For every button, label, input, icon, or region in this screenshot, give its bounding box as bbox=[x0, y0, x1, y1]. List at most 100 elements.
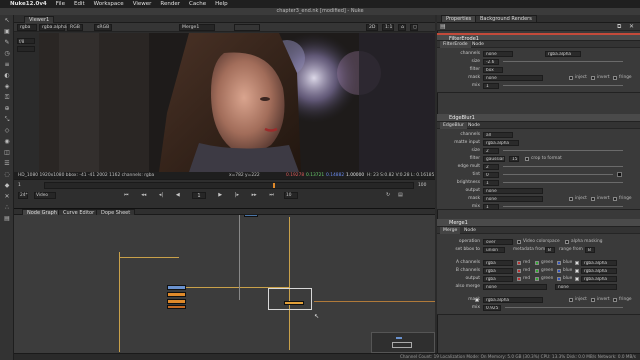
colorspace-dropdown[interactable]: RGB bbox=[67, 24, 83, 31]
menu-help[interactable]: Help bbox=[215, 1, 228, 7]
crop-checkbox[interactable] bbox=[525, 156, 529, 161]
mask-enable-checkbox[interactable] bbox=[475, 297, 479, 302]
keyer-icon[interactable]: ⚿ bbox=[3, 95, 11, 101]
tint-swatch[interactable] bbox=[617, 172, 622, 177]
mask-dropdown[interactable]: rgba.alpha bbox=[483, 296, 543, 303]
invert-checkbox[interactable] bbox=[591, 297, 595, 302]
a-alpha-checkbox[interactable] bbox=[575, 260, 579, 265]
inject-checkbox[interactable] bbox=[569, 75, 573, 80]
b-blue-checkbox[interactable] bbox=[557, 268, 561, 273]
input-a-dropdown[interactable]: Merge1 bbox=[179, 24, 215, 31]
increment-field[interactable]: 10 bbox=[284, 192, 298, 199]
size-field[interactable]: -2.6 bbox=[483, 58, 499, 65]
alpha-masking-checkbox[interactable] bbox=[565, 239, 569, 244]
filter-dropdown[interactable]: box bbox=[483, 66, 503, 73]
edge-mult-slider[interactable] bbox=[503, 166, 623, 167]
tab-node[interactable]: Node bbox=[465, 122, 483, 129]
b-channels-dropdown[interactable]: rgba bbox=[483, 267, 513, 274]
toolsets-icon[interactable]: ☰ bbox=[3, 161, 11, 167]
tab-filtererode[interactable]: FilterErode bbox=[440, 41, 471, 48]
mix-slider[interactable] bbox=[503, 85, 623, 86]
mix-slider[interactable] bbox=[505, 307, 623, 308]
menu-cache[interactable]: Cache bbox=[189, 1, 206, 7]
navigator-minimap[interactable] bbox=[371, 332, 435, 353]
render-mode[interactable]: 2D bbox=[366, 24, 378, 31]
float-icon[interactable]: ⧉ bbox=[617, 23, 621, 31]
node-name-field[interactable]: Merge1 bbox=[449, 220, 468, 226]
display-dropdown[interactable]: sRGB bbox=[94, 24, 112, 31]
tab-background-renders[interactable]: Background Renders bbox=[475, 15, 537, 22]
tab-edgeblur[interactable]: EdgeBlur bbox=[440, 122, 467, 129]
app-menu[interactable]: Nuke12.0v4 bbox=[10, 1, 47, 7]
fringe-checkbox[interactable] bbox=[613, 196, 617, 201]
lock-icon[interactable]: ⌂ bbox=[398, 24, 406, 31]
other-icon[interactable]: ◌ bbox=[3, 172, 11, 178]
step-back-icon[interactable]: ◂| bbox=[159, 192, 163, 199]
node-merge1[interactable] bbox=[284, 301, 304, 305]
loop-icon[interactable]: ↻ bbox=[386, 192, 390, 198]
tab-merge[interactable]: Merge bbox=[440, 227, 461, 234]
also-merge-dropdown-2[interactable]: none bbox=[555, 283, 617, 290]
panel-header[interactable]: Merge1 bbox=[437, 219, 640, 227]
output-dropdown[interactable]: rgba bbox=[483, 275, 513, 282]
fps-field[interactable]: 24* bbox=[18, 192, 28, 199]
zoom-dropdown[interactable]: 1:1 bbox=[382, 24, 394, 31]
menu-file[interactable]: File bbox=[56, 1, 65, 7]
timeline-bar[interactable] bbox=[44, 182, 414, 189]
node-edgeblur1[interactable] bbox=[167, 299, 186, 304]
first-frame-icon[interactable]: ⏮ bbox=[124, 192, 129, 199]
filter-icon[interactable]: ◈ bbox=[3, 84, 11, 90]
matte-input-dropdown[interactable]: rgba.alpha bbox=[483, 139, 519, 146]
out-blue-checkbox[interactable] bbox=[557, 276, 561, 281]
filter-dropdown[interactable]: gaussian bbox=[483, 155, 505, 162]
roi-icon[interactable]: ◻ bbox=[410, 24, 418, 31]
b-green-checkbox[interactable] bbox=[535, 268, 539, 273]
node-read1[interactable] bbox=[167, 285, 186, 290]
node-name-field[interactable]: EdgeBlur1 bbox=[449, 115, 475, 121]
play-forward-icon[interactable]: ▶ bbox=[218, 192, 222, 199]
range-from-dropdown[interactable]: B bbox=[585, 246, 595, 253]
also-merge-dropdown[interactable]: none bbox=[483, 283, 547, 290]
color-icon[interactable]: ◐ bbox=[3, 73, 11, 79]
fringe-checkbox[interactable] bbox=[613, 75, 617, 80]
tint-field[interactable]: 0 bbox=[483, 171, 499, 178]
gain-field[interactable]: f/8 bbox=[17, 38, 35, 44]
prev-key-icon[interactable]: ◂◂ bbox=[141, 192, 146, 199]
out-red-checkbox[interactable] bbox=[517, 276, 521, 281]
next-key-icon[interactable]: ▸▸ bbox=[252, 192, 257, 199]
channels-dropdown[interactable]: all bbox=[483, 131, 513, 138]
panel-header[interactable]: FilterErode1 bbox=[437, 33, 640, 42]
views-icon[interactable]: ◉ bbox=[3, 139, 11, 145]
play-backward-icon[interactable]: ◀ bbox=[176, 192, 180, 199]
node-grade[interactable] bbox=[167, 305, 186, 309]
mix-slider[interactable] bbox=[503, 206, 623, 207]
video-colorspace-checkbox[interactable] bbox=[517, 239, 521, 244]
menu-render[interactable]: Render bbox=[160, 1, 180, 7]
3d-icon[interactable]: ◇ bbox=[3, 128, 11, 134]
tint-slider[interactable] bbox=[503, 174, 613, 175]
tab-node[interactable]: Node bbox=[469, 41, 487, 48]
playhead[interactable] bbox=[273, 183, 275, 188]
panel-header[interactable]: EdgeBlur1 bbox=[437, 114, 640, 122]
metadata-icon[interactable]: ◫ bbox=[3, 150, 11, 156]
mask-dropdown[interactable]: none bbox=[483, 74, 543, 81]
a-blue-checkbox[interactable] bbox=[557, 260, 561, 265]
transform-icon[interactable]: ⤡ bbox=[3, 117, 11, 123]
b-red-checkbox[interactable] bbox=[517, 268, 521, 273]
invert-checkbox[interactable] bbox=[591, 75, 595, 80]
node-filtererode1[interactable] bbox=[167, 292, 186, 297]
playback-dropdown[interactable]: Video bbox=[34, 192, 56, 199]
fringe-checkbox[interactable] bbox=[613, 297, 617, 302]
mix-field[interactable]: 1 bbox=[483, 203, 499, 210]
deep-icon[interactable]: ▤ bbox=[3, 216, 11, 222]
menu-edit[interactable]: Edit bbox=[74, 1, 85, 7]
merge-icon[interactable]: ⊕ bbox=[3, 106, 11, 112]
size-field[interactable]: 2 bbox=[483, 147, 499, 154]
furnace-icon[interactable]: ◆ bbox=[3, 183, 11, 189]
node-graph[interactable]: ↖ bbox=[14, 215, 435, 353]
image-icon[interactable]: ▣ bbox=[3, 29, 11, 35]
out-alpha-dropdown[interactable]: rgba.alpha bbox=[581, 275, 617, 282]
gamma-field[interactable] bbox=[17, 46, 35, 52]
node-viewer1[interactable] bbox=[244, 215, 258, 217]
out-alpha-checkbox[interactable] bbox=[575, 276, 579, 281]
